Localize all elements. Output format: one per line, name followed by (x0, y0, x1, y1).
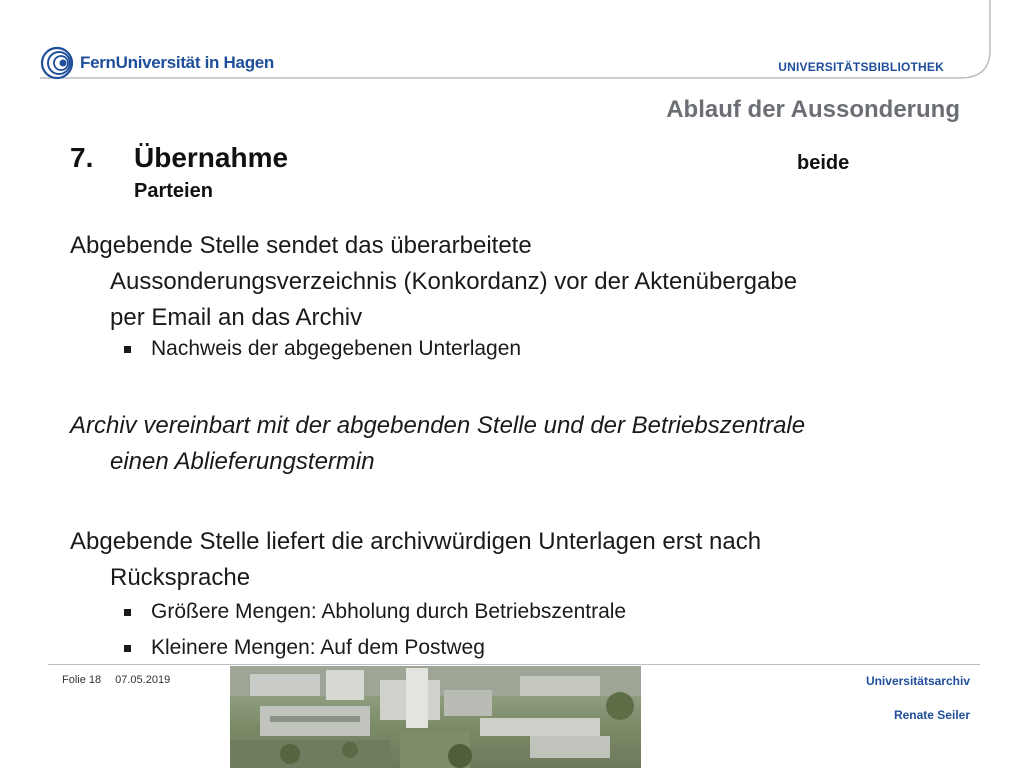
campus-aerial-photo (230, 666, 641, 768)
bullet-item-1: Nachweis der abgegebenen Unterlagen (124, 337, 521, 361)
paragraph-1: Abgebende Stelle sendet das überarbeitet… (70, 228, 950, 336)
paragraph-2-line-1: Archiv vereinbart mit der abgebenden Ste… (70, 412, 806, 439)
bullet-item-2-text: Größere Mengen: Abholung durch Betriebsz… (151, 600, 627, 623)
paragraph-2-line-2: einen Ablieferungstermin (110, 448, 375, 475)
bullet-item-2: Größere Mengen: Abholung durch Betriebsz… (124, 600, 626, 624)
footer-meta: Folie 18 07.05.2019 (62, 674, 170, 686)
fernuni-logo-icon (40, 46, 74, 80)
slide-date: 07.05.2019 (115, 674, 171, 686)
step-number: 7. (70, 142, 94, 173)
slide-number: Folie 18 (62, 674, 102, 686)
bullet-item-3-text: Kleinere Mengen: Auf dem Postweg (151, 636, 485, 659)
footer-divider (48, 664, 980, 665)
paragraph-1-line-3: per Email an das Archiv (110, 304, 363, 331)
paragraph-1-line-1: Abgebende Stelle sendet das überarbeitet… (70, 232, 532, 259)
square-bullet-icon (124, 345, 131, 353)
paragraph-3: Abgebende Stelle liefert die archivwürdi… (70, 524, 950, 596)
paragraph-3-line-2: Rücksprache (110, 564, 251, 591)
section-title: Ablauf der Aussonderung (666, 96, 960, 123)
logo-text: FernUniversität in Hagen (80, 53, 275, 72)
step-responsible-sub: Parteien (134, 180, 213, 202)
square-bullet-icon (124, 644, 131, 652)
university-logo[interactable]: FernUniversität in Hagen (40, 46, 274, 80)
step-heading: 7. Übernahme (70, 142, 288, 174)
bullet-item-3: Kleinere Mengen: Auf dem Postweg (124, 636, 485, 660)
square-bullet-icon (124, 608, 131, 616)
step-responsible-label: beide (797, 152, 850, 174)
paragraph-1-line-2: Aussonderungsverzeichnis (Konkordanz) vo… (110, 268, 798, 295)
footer-author: Renate Seiler (893, 708, 970, 722)
paragraph-2: Archiv vereinbart mit der abgebenden Ste… (70, 408, 950, 480)
step-title: Übernahme (134, 142, 289, 173)
paragraph-3-line-1: Abgebende Stelle liefert die archivwürdi… (70, 528, 762, 555)
unit-label: UNIVERSITÄTSBIBLIOTHEK (778, 60, 944, 74)
bullet-item-1-text: Nachweis der abgegebenen Unterlagen (151, 337, 522, 360)
footer-department: Universitätsarchiv (865, 674, 970, 688)
